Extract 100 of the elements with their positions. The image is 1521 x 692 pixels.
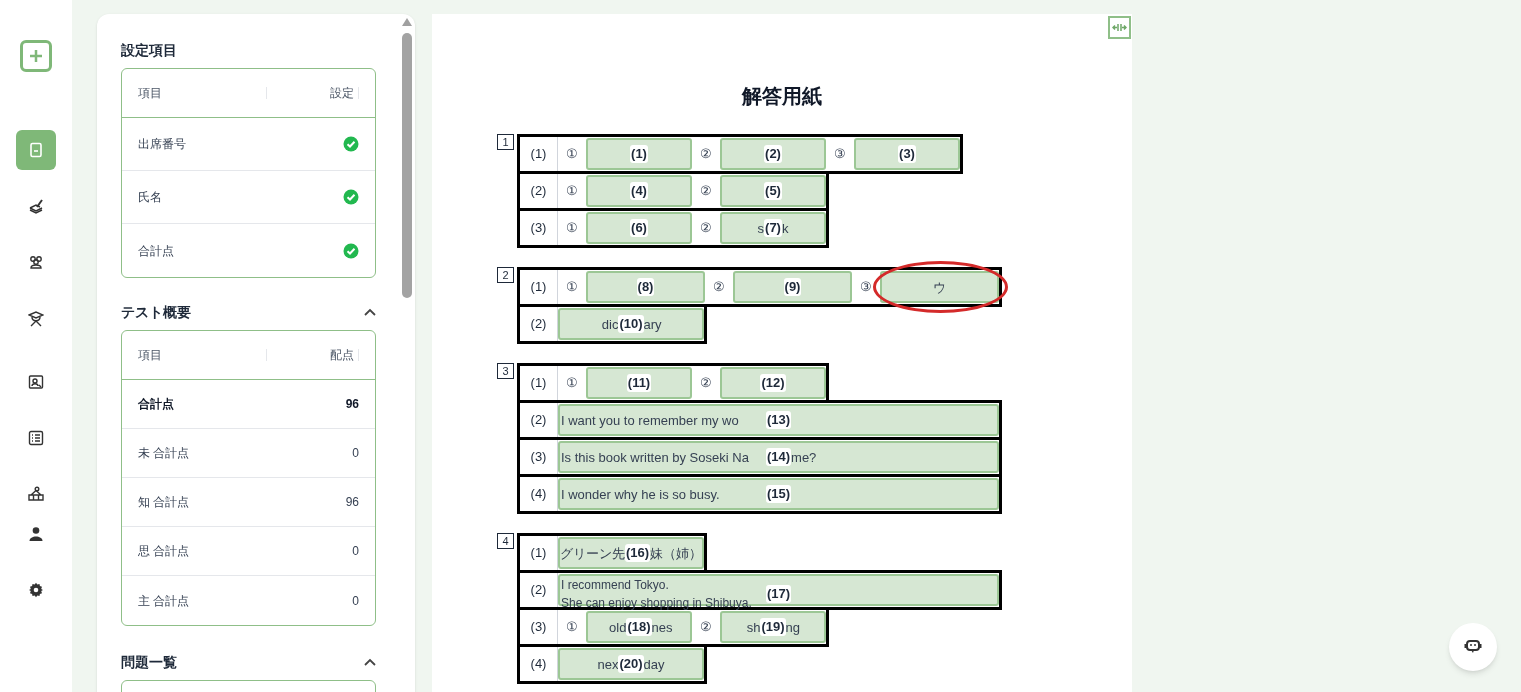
number-badge: (9): [783, 278, 802, 296]
section-number: 2: [497, 267, 514, 283]
answer-box[interactable]: dic(10)ary: [558, 308, 704, 340]
answer-text: nex: [597, 656, 619, 672]
column-header: 設定: [329, 85, 355, 102]
answer-box[interactable]: Is this book written by Soseki Na (14)me?: [558, 441, 999, 473]
answer-text: me?: [791, 449, 817, 465]
answer-box[interactable]: I wonder why he is so busy. (15): [558, 478, 999, 510]
row-label: 出席番号: [138, 136, 186, 153]
section-number: 1: [497, 134, 514, 150]
answer-text: sh: [746, 619, 761, 635]
answer-box[interactable]: (12): [720, 367, 826, 399]
answer-box[interactable]: (9): [733, 271, 852, 303]
number-badge: (5): [764, 182, 782, 200]
answer-box[interactable]: (4): [586, 175, 692, 207]
circled-number: ①: [565, 182, 579, 201]
circled-number: ②: [699, 182, 713, 201]
score-value: 96: [345, 396, 359, 413]
question-label: (3): [520, 211, 558, 245]
row-label: 思 合計点: [138, 543, 190, 560]
plus-icon: [29, 49, 43, 63]
number-badge: (13): [765, 411, 792, 429]
answer-text: グリーン先: [560, 545, 625, 561]
section-title: テスト概要: [121, 302, 191, 322]
number-badge: (17): [765, 585, 792, 603]
row-label: 合計点: [138, 396, 174, 413]
answer-text: I wonder why he is so busy.: [561, 486, 720, 502]
row-label: 未 合計点: [138, 445, 190, 462]
person-icon: [28, 526, 44, 542]
section-title: 設定項目: [121, 40, 177, 60]
chevron-up-icon[interactable]: [364, 308, 376, 316]
answer-box[interactable]: nex(20)day: [558, 648, 704, 680]
circled-number: ①: [565, 145, 579, 164]
answer-text: dic: [601, 316, 619, 332]
number-badge: (18): [626, 618, 652, 636]
answer-box[interactable]: I want you to remember my wo (13): [558, 404, 999, 436]
score-value: 96: [345, 494, 359, 511]
circled-number: ②: [712, 278, 726, 297]
circled-number: ①: [565, 618, 579, 637]
answer-box[interactable]: ウ: [880, 271, 999, 303]
number-badge: (7): [764, 219, 782, 237]
answer-box[interactable]: (11): [586, 367, 692, 399]
document-icon: [28, 142, 44, 158]
robot-chat-icon: [1464, 639, 1482, 655]
circled-number: ②: [699, 618, 713, 637]
row-label: 主 合計点: [138, 592, 190, 610]
section-number: 4: [497, 533, 514, 549]
score-value: 0: [352, 543, 359, 560]
answer-text: day: [643, 656, 665, 672]
answer-text: old: [609, 619, 627, 635]
answer-box[interactable]: (8): [586, 271, 705, 303]
scroll-up-icon[interactable]: [401, 18, 412, 26]
number-badge: (14): [765, 448, 792, 466]
column-header: 項目: [138, 85, 163, 102]
resize-button[interactable]: [1108, 16, 1131, 39]
circled-number: ②: [699, 374, 713, 393]
chat-button[interactable]: [1449, 623, 1497, 671]
circled-number: ①: [565, 278, 579, 297]
section-title: 問題一覧: [121, 652, 177, 672]
chevron-up-icon[interactable]: [364, 658, 376, 666]
circled-number: ②: [699, 219, 713, 238]
number-badge: (12): [760, 374, 786, 392]
number-badge: (6): [630, 219, 648, 237]
answer-text: s: [757, 220, 765, 236]
answer-box[interactable]: old(18)nes: [586, 611, 692, 643]
answer-text: ng: [785, 619, 801, 635]
number-badge: (2): [764, 145, 782, 163]
row-label: 合計点: [138, 242, 174, 260]
circled-number: ③: [833, 145, 847, 164]
circled-number: ②: [699, 145, 713, 164]
number-badge: (15): [765, 485, 792, 503]
answer-text: Is this book written by Soseki Na: [561, 449, 749, 465]
settings-icon: [28, 582, 44, 598]
number-badge: (4): [630, 182, 648, 200]
answer-text: I recommend Tokyo.: [561, 577, 670, 594]
answer-box[interactable]: sh(19)ng: [720, 611, 826, 643]
scrollbar-thumb[interactable]: [401, 33, 412, 298]
answer-box[interactable]: グリーン先(16)妹（姉）: [558, 537, 704, 569]
answer-text: ウ: [933, 279, 946, 295]
row-label: 知 合計点: [138, 494, 190, 511]
answer-text: 妹（姉）: [650, 545, 703, 561]
pen-book-icon: [28, 198, 44, 214]
answer-text: nes: [651, 619, 673, 635]
answer-text: ary: [643, 316, 662, 332]
answer-box[interactable]: s(7)k: [720, 212, 826, 244]
answer-box[interactable]: (6): [586, 212, 692, 244]
number-badge: (11): [626, 374, 652, 392]
answer-box[interactable]: (2): [720, 138, 826, 170]
answer-text: I want you to remember my wo: [561, 412, 739, 428]
column-header: 項目: [138, 347, 163, 364]
answer-text: k: [781, 220, 789, 236]
answer-box[interactable]: (5): [720, 175, 826, 207]
answer-box[interactable]: (1): [586, 138, 692, 170]
column-header: 配点: [329, 347, 355, 364]
number-badge: (20): [618, 655, 644, 673]
answer-box[interactable]: (3): [854, 138, 960, 170]
list-icon: [28, 430, 44, 446]
score-value: 0: [352, 445, 359, 462]
number-badge: (19): [760, 618, 786, 636]
id-card-icon: [28, 374, 44, 390]
